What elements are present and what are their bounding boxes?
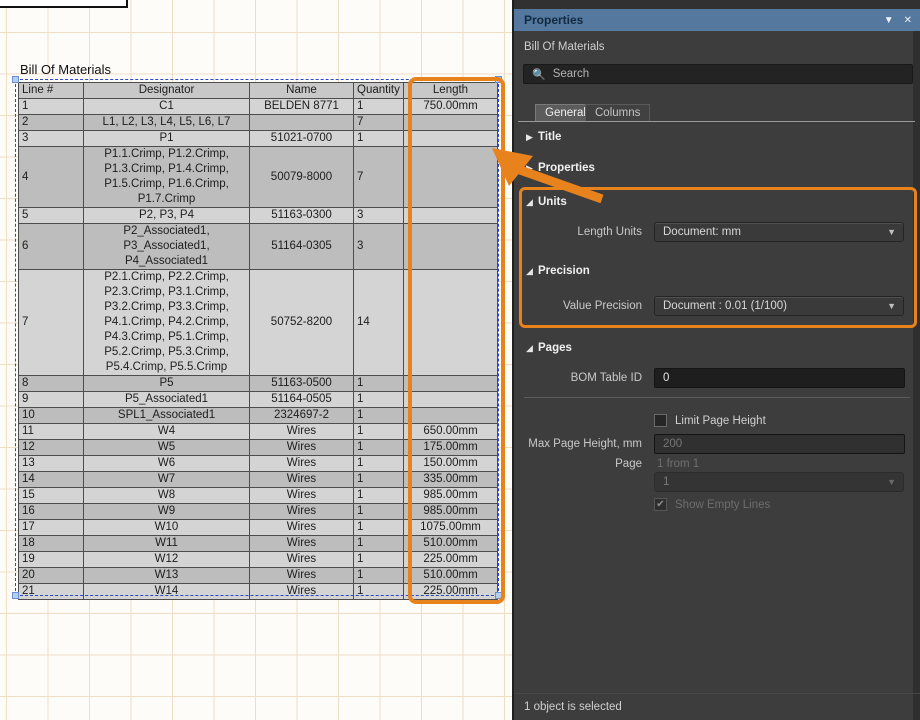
search-placeholder: Search bbox=[553, 68, 589, 80]
selection-handle[interactable] bbox=[495, 76, 502, 83]
max-page-height-input: 200 bbox=[654, 434, 905, 454]
panel-header: Properties ▼ ✕ bbox=[514, 9, 920, 31]
show-empty-lines-label: Show Empty Lines bbox=[675, 499, 770, 511]
section-properties[interactable]: ▶Properties bbox=[526, 162, 595, 174]
page-info: 1 from 1 bbox=[657, 458, 699, 470]
section-pages[interactable]: ◢Pages bbox=[526, 342, 572, 354]
chevron-down-icon: ▼ bbox=[887, 477, 896, 487]
section-precision[interactable]: ◢Precision bbox=[526, 265, 590, 277]
length-units-dropdown[interactable]: Document: mm ▼ bbox=[654, 222, 904, 242]
section-units[interactable]: ◢Units bbox=[526, 196, 567, 208]
value-precision-dropdown[interactable]: Document : 0.01 (1/100) ▼ bbox=[654, 296, 904, 316]
value-precision-label: Value Precision bbox=[514, 300, 642, 312]
selection-handle[interactable] bbox=[495, 592, 502, 599]
selection-handle[interactable] bbox=[12, 592, 19, 599]
chevron-right-icon: ▶ bbox=[526, 163, 538, 174]
panel-right-strip bbox=[913, 31, 920, 720]
limit-page-height-label: Limit Page Height bbox=[675, 415, 766, 427]
max-page-height-label: Max Page Height, mm bbox=[514, 438, 642, 450]
tab-divider bbox=[518, 121, 915, 122]
panel-menu-caret-icon[interactable]: ▼ bbox=[884, 15, 894, 26]
limit-page-height-row[interactable]: ✔ Limit Page Height bbox=[654, 414, 766, 427]
chevron-down-icon: ▼ bbox=[887, 301, 896, 311]
chevron-down-icon: ▼ bbox=[887, 227, 896, 237]
bom-table-id-label: BOM Table ID bbox=[514, 372, 642, 384]
show-empty-lines-checkbox: ✔ bbox=[654, 498, 667, 511]
chevron-expanded-icon: ◢ bbox=[526, 343, 538, 354]
sheet-object-rectangle bbox=[0, 0, 128, 8]
search-input[interactable]: 🔍 Search bbox=[523, 64, 913, 84]
panel-close-icon[interactable]: ✕ bbox=[904, 15, 912, 26]
search-icon: 🔍 bbox=[532, 68, 546, 81]
selection-handle[interactable] bbox=[12, 76, 19, 83]
panel-top-strip bbox=[514, 0, 920, 9]
panel-status-bar: 1 object is selected bbox=[514, 693, 920, 720]
bom-table-id-input[interactable]: 0 bbox=[654, 368, 905, 388]
pages-divider bbox=[524, 397, 910, 398]
page-label: Page bbox=[514, 458, 642, 470]
status-text: 1 object is selected bbox=[524, 701, 622, 713]
panel-title: Properties bbox=[524, 13, 583, 27]
properties-panel: Properties ▼ ✕ Bill Of Materials 🔍 Searc… bbox=[512, 0, 920, 720]
page-dropdown: 1 ▼ bbox=[654, 472, 904, 492]
section-title[interactable]: ▶Title bbox=[526, 131, 561, 143]
tab-columns[interactable]: Columns bbox=[585, 104, 650, 121]
show-empty-lines-row: ✔ Show Empty Lines bbox=[654, 498, 770, 511]
selection-outline[interactable] bbox=[15, 79, 499, 596]
chevron-expanded-icon: ◢ bbox=[526, 197, 538, 208]
bom-title: Bill Of Materials bbox=[20, 62, 111, 77]
limit-page-height-checkbox[interactable]: ✔ bbox=[654, 414, 667, 427]
chevron-right-icon: ▶ bbox=[526, 132, 538, 143]
selected-object-kind: Bill Of Materials bbox=[524, 41, 605, 53]
chevron-expanded-icon: ◢ bbox=[526, 266, 538, 277]
drawing-canvas[interactable]: Bill Of Materials Line #DesignatorNameQu… bbox=[0, 0, 512, 720]
length-units-label: Length Units bbox=[514, 226, 642, 238]
